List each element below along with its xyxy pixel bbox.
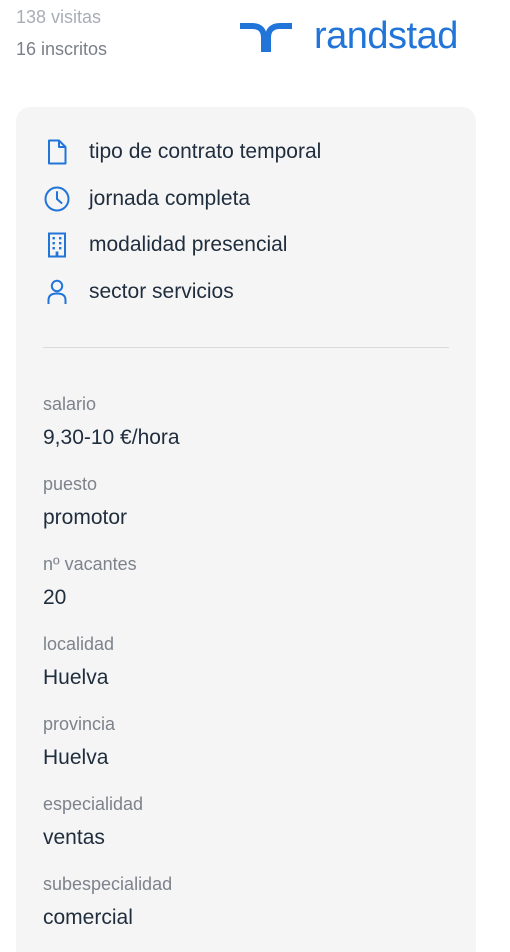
- randstad-logo: randstad: [240, 14, 458, 58]
- detail-value: 20: [43, 586, 67, 609]
- detail-label: subespecialidad: [43, 874, 173, 894]
- randstad-logo-mark-icon: [240, 23, 292, 52]
- job-offer-page: 138 visitas 16 inscritos randstad tipo d…: [0, 0, 510, 952]
- detail-label: especialidad: [43, 794, 144, 814]
- feature-label: tipo de contrato temporal: [89, 140, 322, 163]
- feature-label: sector servicios: [89, 279, 234, 303]
- feature-modality: modalidad presencial: [43, 228, 321, 262]
- detail-value: Huelva: [43, 746, 109, 769]
- detail-value: promotor: [43, 506, 128, 529]
- detail-position: puesto promotor: [43, 471, 180, 551]
- detail-value: comercial: [43, 906, 133, 929]
- detail-province: provincia Huelva: [43, 711, 180, 791]
- detail-value: Huelva: [43, 666, 109, 689]
- detail-label: provincia: [43, 714, 116, 734]
- visits-count: 138 visitas: [16, 7, 102, 27]
- divider: [43, 347, 449, 348]
- enrolled-count: 16 inscritos: [16, 39, 108, 59]
- feature-workday: jornada completa: [43, 182, 321, 216]
- feature-sector: sector servicios: [43, 275, 321, 309]
- randstad-logo-text: randstad: [314, 15, 458, 57]
- offer-summary-card: tipo de contrato temporal jornada comple…: [16, 107, 476, 952]
- detail-locality: localidad Huelva: [43, 631, 180, 711]
- detail-salary: salario 9,30-10 €/hora: [43, 391, 180, 471]
- detail-subspecialty: subespecialidad comercial: [43, 871, 180, 951]
- detail-vacancies: nº vacantes 20: [43, 551, 180, 631]
- detail-label: localidad: [43, 634, 115, 654]
- detail-label: puesto: [43, 474, 98, 494]
- feature-label: jornada completa: [89, 186, 251, 210]
- detail-value: 9,30-10 €/hora: [43, 426, 180, 449]
- document-icon: [43, 138, 71, 166]
- detail-specialty: especialidad ventas: [43, 791, 180, 871]
- feature-label: modalidad presencial: [89, 233, 288, 256]
- person-icon: [43, 278, 71, 306]
- detail-value: ventas: [43, 826, 105, 849]
- offer-stats: 138 visitas 16 inscritos: [16, 6, 107, 60]
- feature-contract-type: tipo de contrato temporal: [43, 135, 321, 169]
- offer-details: salario 9,30-10 €/hora puesto promotor n…: [43, 391, 180, 951]
- detail-label: nº vacantes: [43, 554, 137, 574]
- clock-icon: [43, 185, 71, 213]
- building-icon: [43, 231, 71, 259]
- detail-label: salario: [43, 394, 97, 414]
- feature-list: tipo de contrato temporal jornada comple…: [43, 135, 321, 321]
